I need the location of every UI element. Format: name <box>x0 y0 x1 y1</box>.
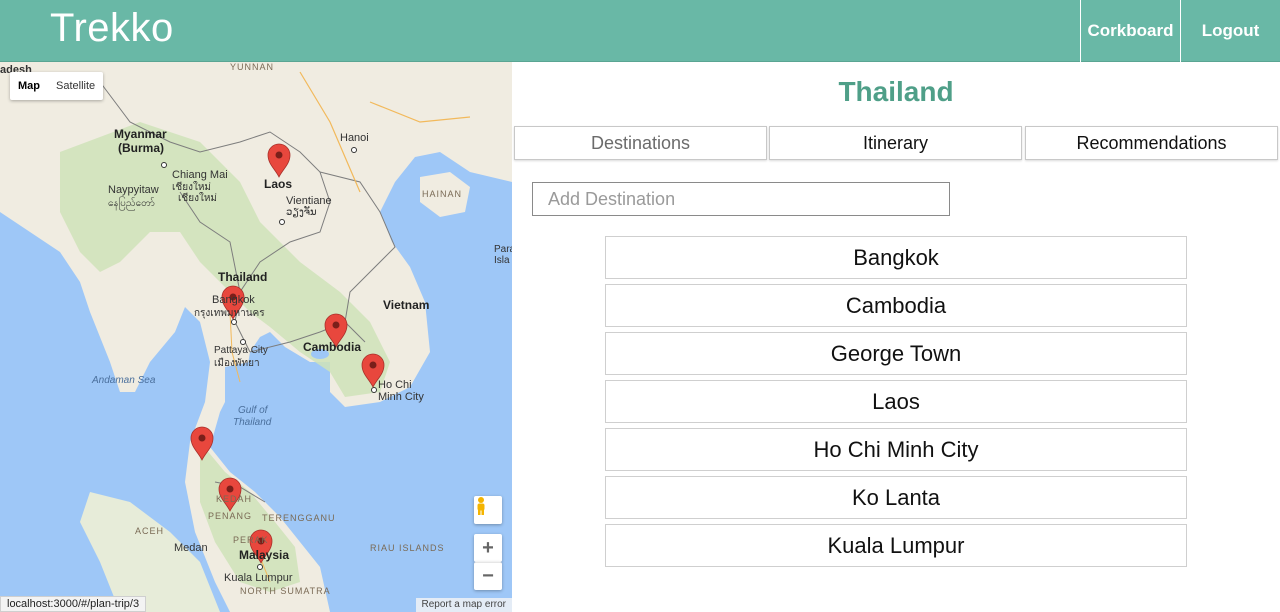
destination-item[interactable]: Bangkok <box>605 236 1187 279</box>
map-label: နေပြည်တော် <box>108 198 155 209</box>
report-map-error-link[interactable]: Report a map error <box>415 598 512 612</box>
map-label: (Burma) <box>118 141 165 155</box>
map-label: Kuala Lumpur <box>224 572 293 584</box>
map-label: Hanoi <box>340 132 369 144</box>
zoom-out-button[interactable]: − <box>474 562 502 590</box>
app-header: Trekko Corkboard Logout <box>0 0 1280 62</box>
map-label: RIAU ISLANDS <box>370 543 445 553</box>
page-title: Thailand <box>838 76 954 107</box>
map-label: Ho Chi <box>378 379 412 391</box>
add-destination-input[interactable] <box>532 182 950 216</box>
tab-destinations[interactable]: Destinations <box>514 126 767 160</box>
map-label: Myanmar <box>114 127 167 141</box>
destination-item[interactable]: Ho Chi Minh City <box>605 428 1187 471</box>
map-label: Medan <box>174 542 208 554</box>
map-label: เชียงใหม่ <box>178 193 218 204</box>
map-label: Minh City <box>378 391 424 403</box>
map-label: HAINAN <box>422 189 463 199</box>
brand-logo[interactable]: Trekko <box>50 6 174 51</box>
map-type-satellite-button[interactable]: Satellite <box>48 72 103 100</box>
map-label: ACEH <box>135 526 165 536</box>
map-label: กรุงเทพมหานคร <box>194 308 265 319</box>
map-label: Vientiane <box>286 195 332 207</box>
destination-item[interactable]: Cambodia <box>605 284 1187 327</box>
trip-panel: Thailand Destinations Itinerary Recommen… <box>512 62 1280 612</box>
destination-item[interactable]: Laos <box>605 380 1187 423</box>
map-label: Thailand <box>218 270 268 284</box>
map-view[interactable]: adesh YUNNAN Hanoi Myanmar (Burma) Chian… <box>0 62 512 612</box>
map-label: Malaysia <box>239 548 290 562</box>
map-canvas <box>0 62 512 612</box>
map-label: เมืองพัทยา <box>214 358 260 369</box>
zoom-in-button[interactable]: + <box>474 534 502 562</box>
city-dot <box>279 219 285 225</box>
map-label: NORTH SUMATRA <box>240 586 331 596</box>
map-label: Isla <box>494 255 510 266</box>
city-dot <box>351 147 357 153</box>
map-label: TERENGGANU <box>262 513 336 523</box>
destination-item[interactable]: Kuala Lumpur <box>605 524 1187 567</box>
tab-itinerary[interactable]: Itinerary <box>769 126 1022 160</box>
map-label: Andaman Sea <box>92 375 156 386</box>
city-dot <box>240 339 246 345</box>
map-label: PENANG <box>208 511 253 521</box>
logout-link[interactable]: Logout <box>1180 0 1280 62</box>
map-label: ວຽງຈັນ <box>286 207 317 218</box>
status-bar-url: localhost:3000/#/plan-trip/3 <box>0 596 147 612</box>
destination-list: Bangkok Cambodia George Town Laos Ho Chi… <box>605 236 1187 572</box>
map-label: Cambodia <box>303 340 362 354</box>
map-type-control: Map Satellite <box>10 72 104 100</box>
map-label: Gulf of <box>238 405 268 416</box>
map-label: Thailand <box>233 417 272 428</box>
tab-recommendations[interactable]: Recommendations <box>1025 126 1278 160</box>
destination-item[interactable]: Ko Lanta <box>605 476 1187 519</box>
destination-item[interactable]: George Town <box>605 332 1187 375</box>
city-dot <box>371 387 377 393</box>
city-dot <box>257 564 263 570</box>
map-label: Naypyitaw <box>108 184 159 196</box>
map-label: Para <box>494 244 512 255</box>
map-label: Laos <box>264 177 293 191</box>
street-view-pegman-icon[interactable] <box>474 496 502 524</box>
map-type-map-button[interactable]: Map <box>10 72 48 100</box>
map-label: Pattaya City <box>214 345 268 356</box>
map-label: KEDAH <box>216 494 253 504</box>
map-label: YUNNAN <box>230 62 275 72</box>
map-label: Bangkok <box>212 294 255 306</box>
corkboard-link[interactable]: Corkboard <box>1080 0 1180 62</box>
city-dot <box>161 162 167 168</box>
map-label: PERAK <box>233 535 269 545</box>
map-label: Vietnam <box>383 298 430 312</box>
